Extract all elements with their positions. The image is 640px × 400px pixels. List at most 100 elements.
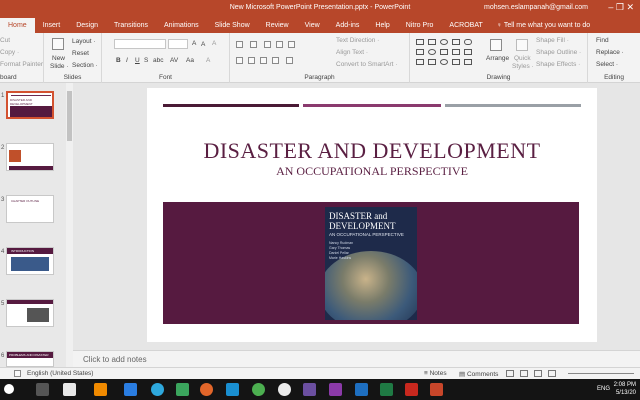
slide-thumbnail-5[interactable] (6, 299, 54, 327)
tab-home[interactable]: Home (0, 18, 35, 33)
font-size-combo[interactable] (168, 39, 188, 49)
shape-gallery-icon[interactable] (452, 59, 460, 65)
shape-effects-button[interactable]: Shape Effects · (536, 61, 580, 68)
layout-button[interactable]: Layout · (72, 38, 96, 45)
word-icon[interactable] (355, 383, 368, 396)
tab-slide-show[interactable]: Slide Show (207, 18, 258, 33)
thumbnail-scrollbar[interactable] (66, 83, 73, 370)
convert-smartart-button[interactable]: Convert to SmartArt · (336, 61, 397, 68)
zoom-slider[interactable] (568, 373, 634, 374)
shape-fill-button[interactable]: Shape Fill · (536, 37, 569, 44)
arrange-button[interactable]: Arrange (486, 55, 509, 62)
select-button[interactable]: Select · (596, 61, 618, 68)
align-text-button[interactable]: Align Text · (336, 49, 368, 56)
reading-view-icon[interactable] (534, 370, 542, 377)
tab-nitro-pro[interactable]: Nitro Pro (398, 18, 442, 33)
italic-button[interactable]: I (126, 57, 128, 64)
comments-button[interactable]: ▤ Comments (459, 370, 498, 378)
tab-acrobat[interactable]: ACROBAT (441, 18, 490, 33)
tab-transitions[interactable]: Transitions (106, 18, 156, 33)
replace-button[interactable]: Replace · (596, 49, 624, 56)
task-view-icon[interactable] (36, 383, 49, 396)
scrollbar-thumb[interactable] (67, 91, 72, 141)
tab-insert[interactable]: Insert (35, 18, 69, 33)
underline-button[interactable]: U (135, 57, 140, 64)
justify-icon[interactable] (272, 57, 279, 64)
shape-gallery-icon[interactable] (416, 39, 424, 45)
char-spacing-button[interactable]: AV (170, 57, 178, 64)
slide-subtitle[interactable]: AN OCCUPATIONAL PERSPECTIVE (147, 164, 597, 179)
text-direction-button[interactable]: Text Direction · (336, 37, 379, 44)
shape-gallery-icon[interactable] (464, 39, 472, 45)
slideshow-view-icon[interactable] (548, 370, 556, 377)
slide-thumbnail-2[interactable] (6, 143, 54, 171)
new-slide-dropdown[interactable]: Slide · (50, 63, 68, 70)
slide-thumbnail-3[interactable]: CHAPTER OUTLINE (6, 195, 54, 223)
shape-gallery-icon[interactable] (428, 49, 436, 55)
cut-button[interactable]: Cut (0, 37, 10, 44)
firefox-icon[interactable] (200, 383, 213, 396)
spelling-icon[interactable] (14, 370, 21, 377)
line-spacing-icon[interactable] (288, 41, 295, 48)
tell-me-search[interactable]: ♀ Tell me what you want to do (491, 22, 590, 29)
bold-button[interactable]: B (116, 57, 121, 64)
book-cover-image[interactable]: DISASTER and DEVELOPMENT AN OCCUPATIONAL… (325, 207, 417, 320)
bullets-icon[interactable] (236, 41, 243, 48)
chrome-icon[interactable] (278, 383, 291, 396)
numbering-icon[interactable] (250, 41, 257, 48)
shape-gallery-icon[interactable] (428, 59, 436, 65)
shape-gallery-icon[interactable] (416, 59, 424, 65)
vlc-icon[interactable] (94, 383, 107, 396)
align-center-icon[interactable] (248, 57, 255, 64)
copy-button[interactable]: Copy · (0, 49, 19, 56)
telegram-icon[interactable] (151, 383, 164, 396)
slide-thumbnail-6[interactable]: PROBLEMS AND DISASTER (6, 351, 54, 367)
tab-add-ins[interactable]: Add-ins (328, 18, 368, 33)
tab-design[interactable]: Design (68, 18, 106, 33)
language-indicator[interactable]: English (United States) (27, 370, 93, 377)
new-slide-button[interactable]: New (52, 55, 65, 62)
slide-thumbnail-4[interactable]: INTRODUCTION (6, 247, 54, 275)
shape-gallery-icon[interactable] (440, 49, 448, 55)
strikethrough-button[interactable]: S (144, 57, 148, 64)
columns-icon[interactable] (286, 57, 293, 64)
slide-title[interactable]: DISASTER AND DEVELOPMENT (147, 138, 597, 164)
current-slide[interactable]: DISASTER AND DEVELOPMENT AN OCCUPATIONAL… (147, 88, 597, 342)
quick-styles-button[interactable]: Quick (514, 55, 531, 62)
section-button[interactable]: Section · (72, 62, 98, 69)
notes-placeholder[interactable]: Click to add notes (83, 355, 147, 364)
grow-font-button[interactable]: A (192, 40, 196, 47)
shadow-button[interactable]: abc (153, 57, 163, 64)
align-right-icon[interactable] (260, 57, 267, 64)
user-account[interactable]: mohsen.eslampanah@gmail.com (484, 4, 588, 11)
clear-format-button[interactable]: A (212, 40, 216, 47)
powerpoint-icon[interactable] (430, 383, 443, 396)
quick-styles-dropdown[interactable]: Styles · (512, 63, 534, 70)
reset-button[interactable]: Reset (72, 50, 89, 57)
excel-icon[interactable] (380, 383, 393, 396)
app-icon[interactable] (303, 383, 316, 396)
clock[interactable]: 2:08 PM 5/13/20 (614, 381, 636, 397)
shape-gallery-icon[interactable] (464, 49, 472, 55)
font-color-button[interactable]: A (206, 57, 210, 64)
app-icon[interactable] (252, 383, 265, 396)
shape-gallery-icon[interactable] (452, 39, 460, 45)
shape-gallery-icon[interactable] (452, 49, 460, 55)
slide-thumbnail-1[interactable]: DISASTER AND DEVELOPMENT (6, 91, 54, 119)
shape-gallery-icon[interactable] (428, 39, 436, 45)
input-language[interactable]: ENG (597, 386, 610, 392)
search-icon[interactable] (4, 384, 14, 394)
shape-gallery-icon[interactable] (440, 59, 448, 65)
shape-gallery-icon[interactable] (464, 59, 472, 65)
shape-gallery-icon[interactable] (440, 39, 448, 45)
shape-outline-button[interactable]: Shape Outline · (536, 49, 581, 56)
store-icon[interactable] (124, 383, 137, 396)
align-left-icon[interactable] (236, 57, 243, 64)
window-controls[interactable]: – ❐ ✕ (608, 2, 634, 13)
format-painter-button[interactable]: Format Painter (0, 61, 43, 68)
normal-view-icon[interactable] (506, 370, 514, 377)
app-icon[interactable] (226, 383, 239, 396)
slide-sorter-icon[interactable] (520, 370, 528, 377)
decrease-indent-icon[interactable] (264, 41, 271, 48)
find-button[interactable]: Find (596, 37, 609, 44)
